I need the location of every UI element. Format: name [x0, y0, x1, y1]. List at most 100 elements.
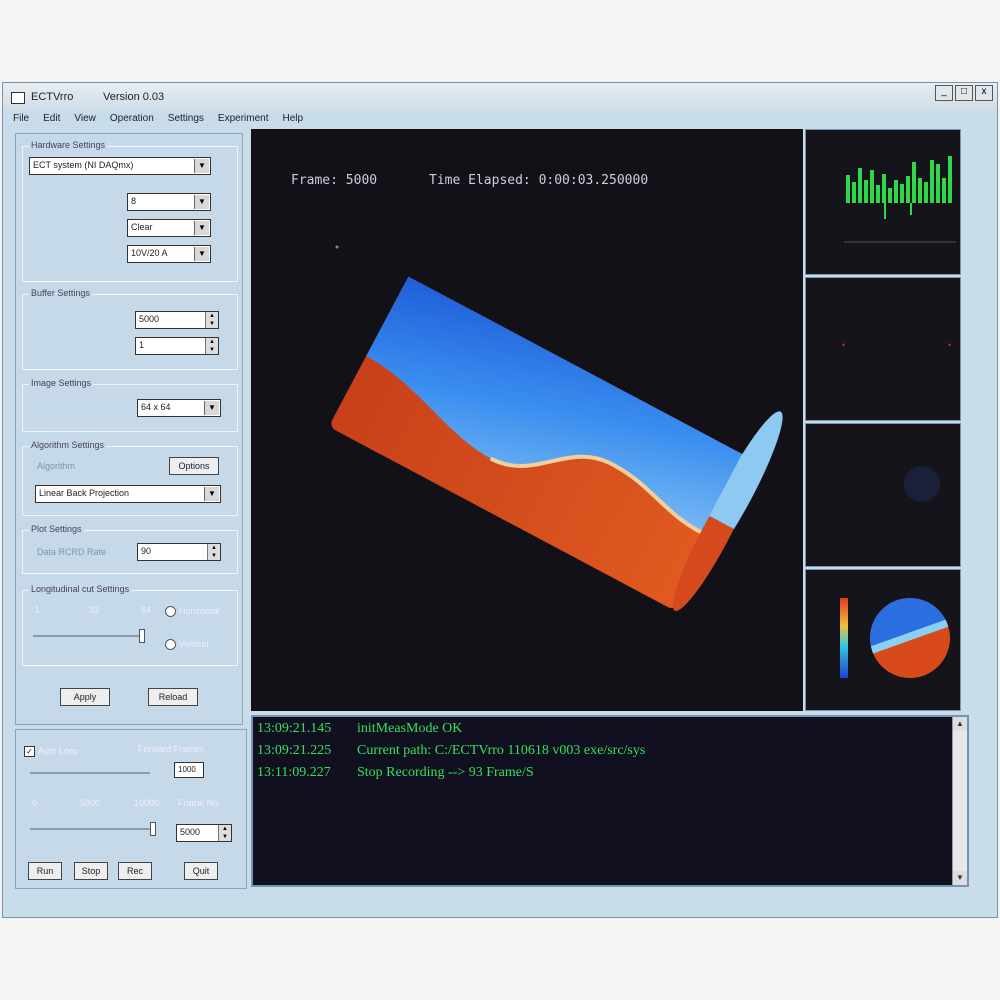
scroll-down-icon[interactable]: ▼: [953, 871, 967, 885]
chevron-down-icon: ▼: [194, 195, 209, 209]
image-settings-group: Image Settings 64 x 64 ▼: [22, 378, 238, 432]
spinner-arrows-icon[interactable]: ▲ ▼: [205, 338, 218, 354]
menu-experiment[interactable]: Experiment: [218, 111, 269, 127]
cross-section-panel-3: [805, 569, 961, 711]
signal-plot-panel: [805, 129, 961, 275]
log-scrollbar[interactable]: ▲ ▼: [952, 717, 967, 885]
horizontal-radio[interactable]: [165, 606, 176, 617]
side-views: • •: [803, 129, 965, 711]
cut-slider-thumb[interactable]: [139, 629, 145, 643]
cross-section-panel-1: • •: [805, 277, 961, 421]
tomography-3d-view[interactable]: Frame: 5000 Time Elapsed: 0:00:03.250000: [251, 129, 803, 711]
cross-section-view: [840, 598, 950, 678]
image-buffer-spinner[interactable]: 1 ▲ ▼: [135, 337, 219, 355]
log-line: 13:09:21.145 initMeasMode OK: [257, 721, 463, 736]
cut-tick-1: 1: [35, 605, 41, 615]
log-console[interactable]: 13:09:21.145 initMeasMode OK 13:09:21.225…: [251, 715, 969, 887]
menu-help[interactable]: Help: [283, 111, 304, 127]
scale-max: 10000: [134, 798, 160, 808]
marker-dot: [335, 245, 339, 249]
hardware-settings-label: Hardware Settings: [29, 140, 108, 150]
forward-frames-field[interactable]: 1000: [174, 762, 204, 778]
menu-bar: File Edit View Operation Settings Experi…: [3, 111, 997, 127]
chevron-down-icon: ▼: [204, 487, 219, 501]
colorbar: [840, 598, 848, 678]
window-version: Version 0.03: [103, 91, 165, 103]
stop-button[interactable]: Stop: [74, 862, 108, 880]
frame-slider[interactable]: [30, 828, 152, 830]
cross-section-panel-2: [805, 423, 961, 567]
chevron-down-icon: ▼: [204, 401, 219, 415]
algorithm-select[interactable]: Linear Back Projection ▼: [35, 485, 221, 503]
sensors-select[interactable]: 8 ▼: [127, 193, 211, 211]
chevron-down-icon: ▼: [194, 247, 209, 261]
menu-view[interactable]: View: [74, 111, 96, 127]
buffer-settings-label: Buffer Settings: [29, 288, 92, 298]
frame-no-spinner[interactable]: 5000 ▲ ▼: [176, 824, 232, 842]
minimize-button[interactable]: _: [935, 85, 953, 101]
rate-spinner[interactable]: 90 ▲ ▼: [137, 543, 221, 561]
quit-button[interactable]: Quit: [184, 862, 218, 880]
apply-button[interactable]: Apply: [60, 688, 110, 706]
resolution-select[interactable]: 64 x 64 ▼: [137, 399, 221, 417]
vertical-label: Vertical: [179, 639, 209, 649]
signal-histogram: [844, 156, 956, 243]
scale-mid: 5000: [80, 798, 101, 808]
playback-panel: ✓ Auto Loop Forward Frames 1000 0 5000 1…: [15, 729, 247, 889]
longitudinal-settings-label: Longitudinal cut Settings: [29, 584, 132, 594]
chevron-down-icon: ▼: [194, 159, 209, 173]
menu-settings[interactable]: Settings: [168, 111, 204, 127]
forward-slider[interactable]: [30, 772, 150, 774]
cylinder-render: [331, 245, 783, 612]
forward-frames-label: Forward Frames: [138, 744, 205, 754]
run-button[interactable]: Run: [28, 862, 62, 880]
faint-section: [904, 466, 940, 502]
algorithm-settings-group: Algorithm Settings Algorithm Options Lin…: [22, 440, 238, 516]
app-icon: [11, 92, 25, 104]
algorithm-settings-label: Algorithm Settings: [29, 440, 107, 450]
window-title: ECTVrro: [31, 91, 74, 103]
maximize-button[interactable]: □: [955, 85, 973, 101]
close-button[interactable]: x: [975, 85, 993, 101]
longitudinal-settings-group: Longitudinal cut Settings 1 33 64 Horizo…: [22, 584, 238, 666]
menu-edit[interactable]: Edit: [43, 111, 60, 127]
log-line: 13:09:21.225 Current path: C:/ECTVrro 110…: [257, 743, 646, 758]
settings-panel: Hardware Settings ECT system (NI DAQmx) ▼…: [15, 133, 243, 725]
frames-in-buffer-spinner[interactable]: 5000 ▲ ▼: [135, 311, 219, 329]
app-window: ECTVrro Version 0.03 _ □ x File Edit Vie…: [2, 82, 998, 918]
menu-file[interactable]: File: [13, 111, 29, 127]
auto-loop-label: Auto Loop: [38, 746, 80, 756]
auto-loop-checkbox[interactable]: ✓: [24, 746, 35, 757]
range-select[interactable]: 10V/20 A ▼: [127, 245, 211, 263]
menu-operation[interactable]: Operation: [110, 111, 154, 127]
frame-no-label: Frame No: [178, 798, 219, 808]
scroll-up-icon[interactable]: ▲: [953, 717, 967, 731]
plot-settings-group: Plot Settings Data RCRD Rate 90 ▲ ▼: [22, 524, 238, 574]
cut-tick-64: 64: [141, 605, 152, 615]
section-disc: [870, 598, 950, 678]
algorithm-label: Algorithm: [37, 461, 76, 471]
frame-slider-thumb[interactable]: [150, 822, 156, 836]
spinner-arrows-icon[interactable]: ▲ ▼: [218, 825, 231, 841]
scale-min: 0: [32, 798, 38, 808]
image-settings-label: Image Settings: [29, 378, 94, 388]
marker-left: •: [842, 340, 846, 350]
chevron-down-icon: ▼: [194, 221, 209, 235]
mode-select[interactable]: Clear ▼: [127, 219, 211, 237]
reload-button[interactable]: Reload: [148, 688, 198, 706]
cut-slider[interactable]: [33, 635, 143, 637]
marker-right: •: [948, 340, 952, 350]
log-line: 13:11:09.227 Stop Recording --> 93 Frame/…: [257, 765, 534, 780]
hardware-settings-group: Hardware Settings ECT system (NI DAQmx) ▼…: [22, 140, 238, 282]
spinner-arrows-icon[interactable]: ▲ ▼: [207, 544, 220, 560]
title-bar: ECTVrro Version 0.03 _ □ x: [3, 83, 997, 111]
rec-button[interactable]: Rec: [118, 862, 152, 880]
options-button[interactable]: Options: [169, 457, 219, 475]
system-select[interactable]: ECT system (NI DAQmx) ▼: [29, 157, 211, 175]
cut-tick-33: 33: [89, 605, 100, 615]
plot-settings-label: Plot Settings: [29, 524, 84, 534]
buffer-settings-group: Buffer Settings 5000 ▲ ▼ 1 ▲ ▼: [22, 288, 238, 370]
rate-label: Data RCRD Rate: [37, 547, 107, 557]
vertical-radio[interactable]: [165, 639, 176, 650]
spinner-arrows-icon[interactable]: ▲ ▼: [205, 312, 218, 328]
